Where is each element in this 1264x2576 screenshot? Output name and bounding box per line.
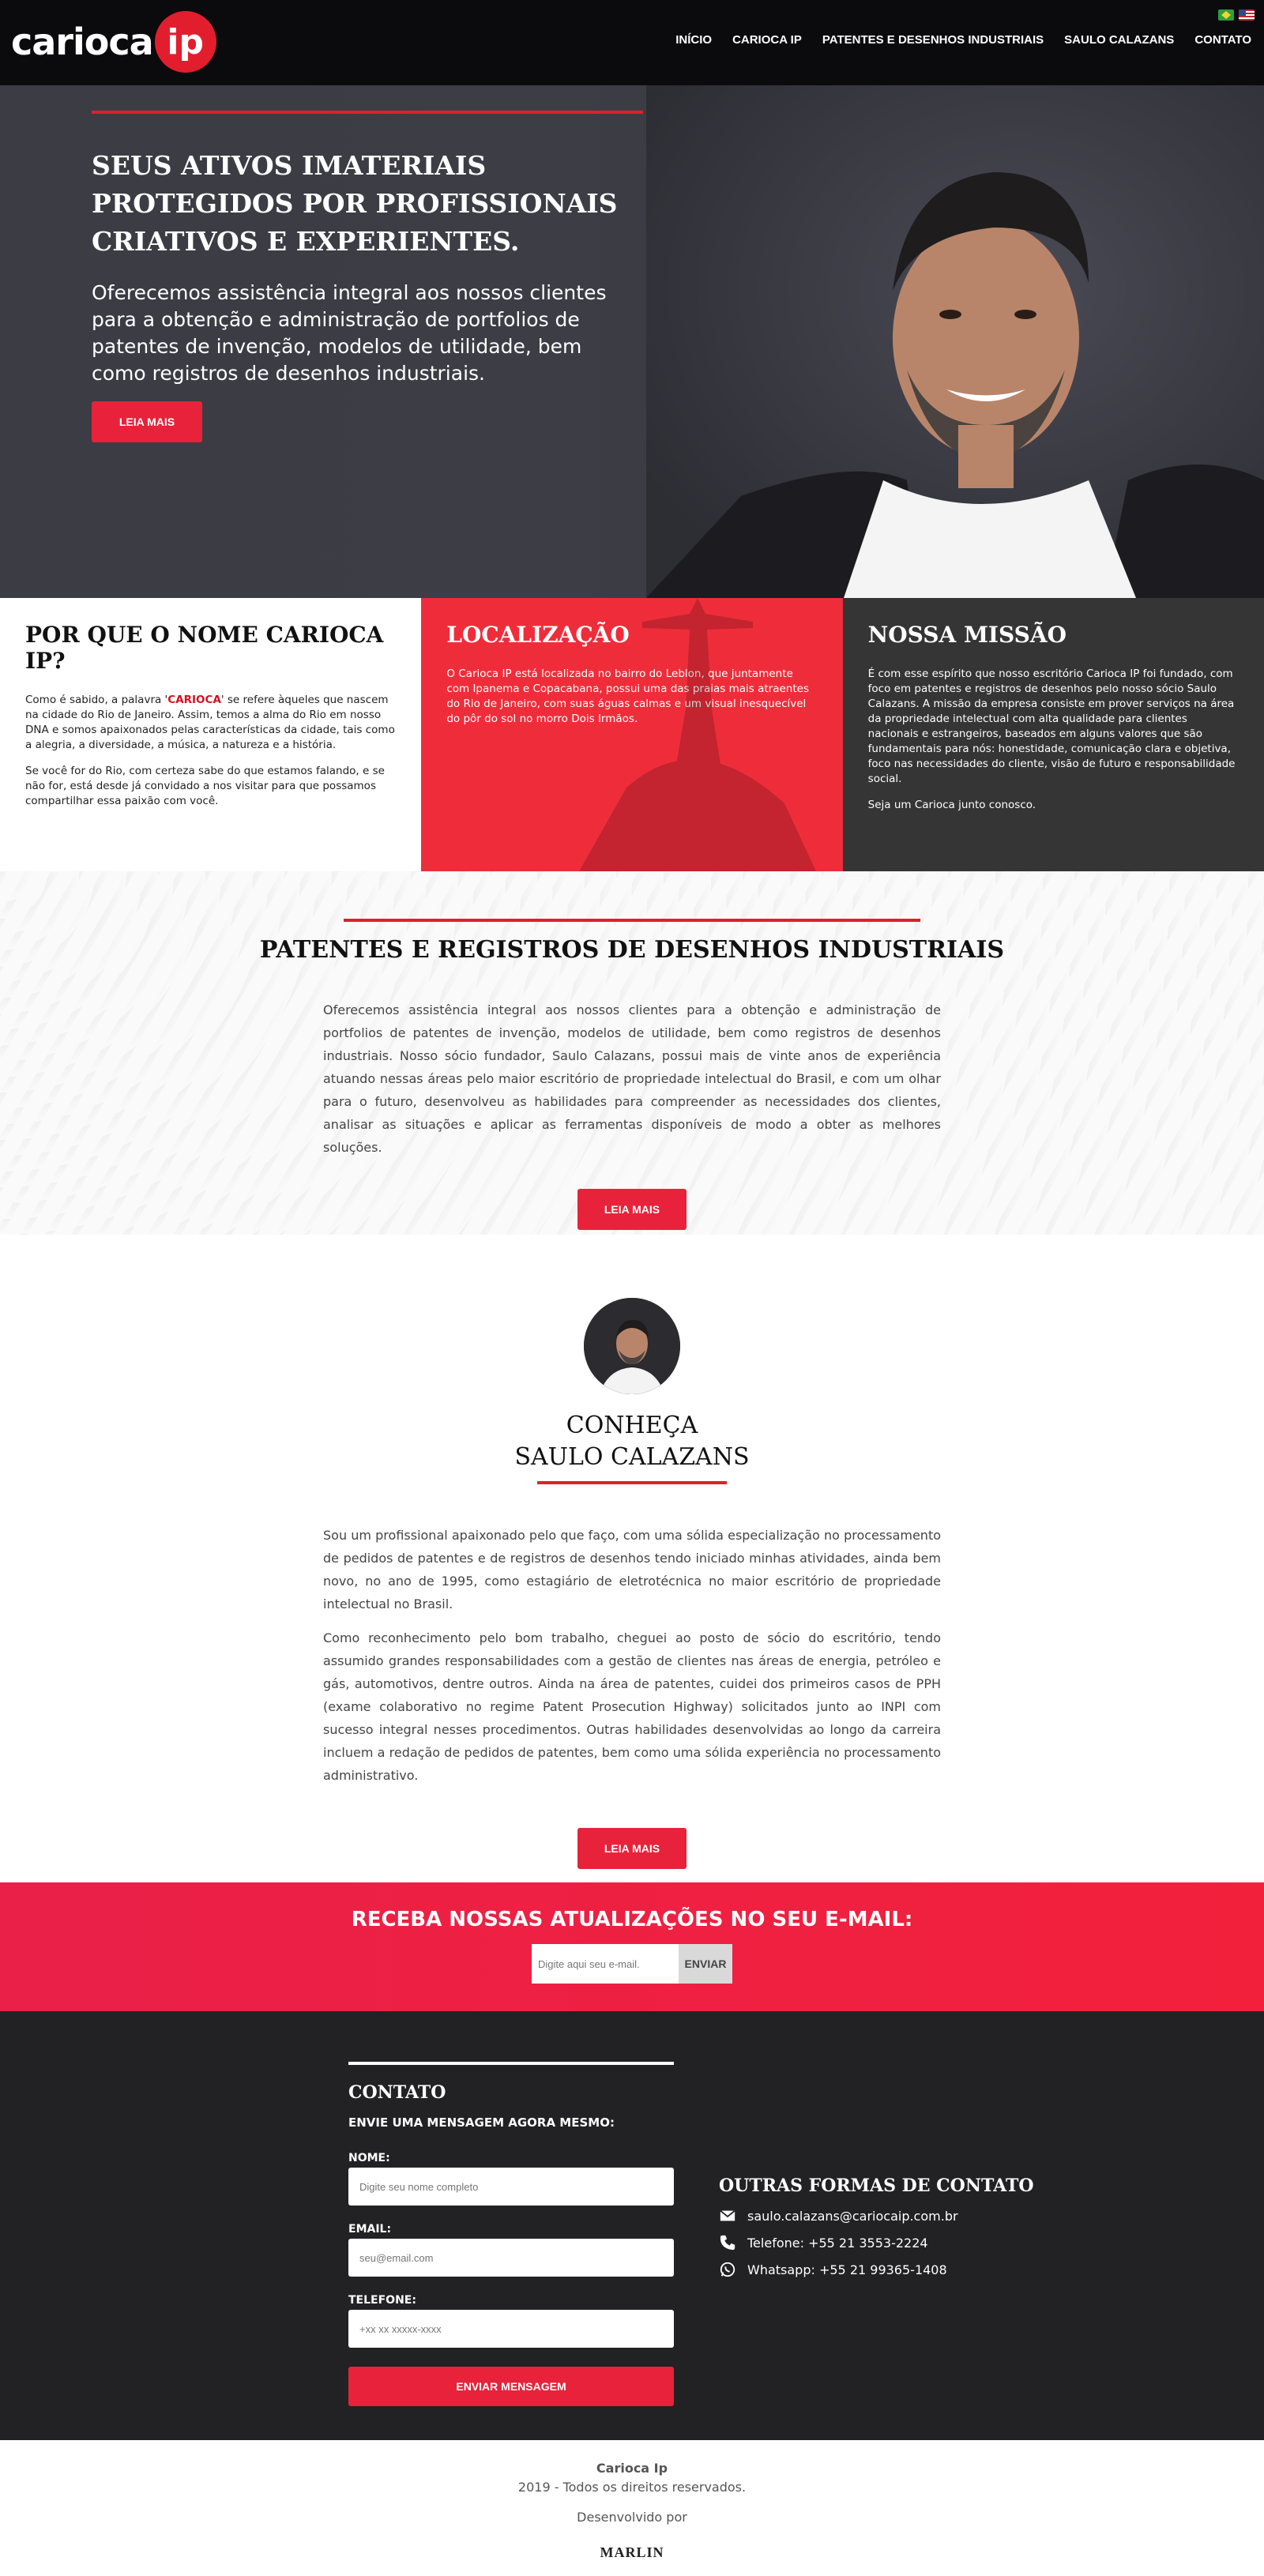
location-column: LOCALIZAÇÃO O Carioca IP está localizada… [421, 598, 843, 871]
phone-field[interactable] [348, 2310, 674, 2348]
saulo-title-line-2: SAULO CALAZANS [514, 1443, 750, 1471]
contact-email-row[interactable]: saulo.calazans@cariocaip.com.br [719, 2207, 958, 2224]
brazil-flag-icon[interactable] [1218, 9, 1234, 21]
newsletter-email-input[interactable] [532, 1944, 679, 1984]
hero-portrait-image [646, 85, 1264, 598]
newsletter-form: ENVIAR [0, 1944, 1264, 1984]
footer-dev-label: Desenvolvido por [577, 2510, 687, 2525]
hero-read-more-button[interactable]: LEIA MAIS [92, 401, 202, 442]
main-nav: INÍCIO CARIOCA IP PATENTES E DESENHOS IN… [675, 33, 1251, 47]
other-contact-title: OUTRAS FORMAS DE CONTATO [719, 2175, 1034, 2196]
logo-badge: ip [154, 11, 216, 73]
send-message-button[interactable]: ENVIAR MENSAGEM [348, 2367, 674, 2406]
logo-text: carioca [11, 21, 154, 63]
name-label: NOME: [348, 2152, 390, 2164]
contact-section: CONTATO ENVIE UMA MENSAGEM AGORA MESMO: … [0, 2011, 1264, 2440]
newsletter-title: RECEBA NOSSAS ATUALIZAÇÕES NO SEU E-MAIL… [351, 1908, 913, 1931]
newsletter-section: RECEBA NOSSAS ATUALIZAÇÕES NO SEU E-MAIL… [0, 1882, 1264, 2011]
contact-phone-row[interactable]: Telefone: +55 21 3553-2224 [719, 2234, 928, 2251]
saulo-bio-1: Sou um profissional apaixonado pelo que … [323, 1528, 941, 1611]
mission-closing: Seja um Carioca junto conosco. [867, 799, 1036, 811]
nav-inicio[interactable]: INÍCIO [675, 33, 712, 47]
contact-email: saulo.calazans@cariocaip.com.br [747, 2208, 958, 2224]
site-footer: Carioca Ip 2019 - Todos os direitos rese… [0, 2440, 1264, 2573]
saulo-read-more-button[interactable]: LEIA MAIS [577, 1828, 687, 1869]
logo[interactable]: carioca ip [11, 11, 216, 73]
mission-text: É com esse espírito que nosso escritório… [867, 668, 1236, 785]
why-text-highlight: CARIOCA [167, 694, 221, 706]
site-header: carioca ip INÍCIO CARIOCA IP PATENTES E … [0, 0, 1264, 85]
intro-columns: POR QUE O NOME CARIOCA IP? Como é sabido… [0, 598, 1264, 871]
hero-text: Oferecemos assistência integral aos noss… [92, 281, 607, 385]
whatsapp-icon [720, 2262, 735, 2277]
footer-company: Carioca Ip [596, 2461, 668, 2476]
why-text-part-a: Como é sabido, a palavra ' [25, 694, 168, 706]
patents-title: PATENTES E REGISTROS DE DESENHOS INDUSTR… [259, 936, 1005, 964]
envelope-icon [720, 2209, 735, 2221]
email-label: EMAIL: [348, 2223, 392, 2236]
saulo-section: CONHEÇA SAULO CALAZANS Sou um profissiona… [0, 1235, 1264, 1882]
mission-title: NOSSA MISSÃO [867, 622, 1066, 648]
nav-contato[interactable]: CONTATO [1194, 33, 1251, 47]
hero-title: SEUS ATIVOS IMATERIAIS PROTEGIDOS POR PR… [92, 150, 618, 257]
hero-accent-line [92, 111, 643, 114]
nav-carioca-ip[interactable]: CARIOCA IP [732, 33, 802, 47]
why-name-text-1: Como é sabido, a palavra 'CARIOCA' se re… [25, 693, 396, 753]
patents-text: Oferecemos assistência integral aos noss… [323, 1002, 941, 1155]
footer-rights: 2019 - Todos os direitos reservados. [517, 2480, 747, 2495]
saulo-title: CONHEÇA SAULO CALAZANS [0, 1410, 1264, 1473]
patents-accent-line [344, 919, 920, 922]
mission-column: NOSSA MISSÃO É com esse espírito que nos… [842, 598, 1264, 871]
nav-patentes[interactable]: PATENTES E DESENHOS INDUSTRIAIS [822, 33, 1044, 47]
why-name-column: POR QUE O NOME CARIOCA IP? Como é sabido… [0, 598, 422, 871]
patents-section: PATENTES E REGISTROS DE DESENHOS INDUSTR… [0, 871, 1264, 1235]
email-field[interactable] [348, 2239, 674, 2277]
patents-read-more-button[interactable]: LEIA MAIS [577, 1189, 687, 1230]
saulo-bio: Sou um profissional apaixonado pelo que … [323, 1524, 941, 1787]
marlin-logo[interactable]: MARLIN [0, 2543, 1264, 2562]
contact-phone: Telefone: +55 21 3553-2224 [747, 2235, 928, 2251]
why-name-title: POR QUE O NOME CARIOCA IP? [25, 622, 384, 674]
nav-saulo-calazans[interactable]: SAULO CALAZANS [1064, 33, 1174, 47]
saulo-accent-line [537, 1481, 727, 1484]
language-switcher [1218, 9, 1255, 21]
phone-icon [720, 2235, 735, 2251]
contact-title: CONTATO [348, 2082, 446, 2103]
phone-label: TELEFONE: [348, 2294, 416, 2307]
usa-flag-icon[interactable] [1239, 9, 1255, 21]
contact-subtitle: ENVIE UMA MENSAGEM AGORA MESMO: [348, 2115, 615, 2130]
name-field[interactable] [348, 2168, 674, 2206]
contact-whatsapp-row[interactable]: Whatsapp: +55 21 99365-1408 [719, 2261, 947, 2278]
newsletter-submit-button[interactable]: ENVIAR [679, 1944, 732, 1984]
saulo-avatar [584, 1298, 680, 1394]
why-name-text-2: Se você for do Rio, com certeza sabe do … [25, 765, 385, 807]
christ-redeemer-image [579, 598, 817, 871]
hero-section: SEUS ATIVOS IMATERIAIS PROTEGIDOS POR PR… [0, 85, 1264, 598]
contact-accent-line [348, 2062, 674, 2065]
saulo-title-line-1: CONHEÇA [566, 1412, 698, 1439]
contact-whatsapp: Whatsapp: +55 21 99365-1408 [747, 2262, 947, 2277]
saulo-bio-2: Como reconhecimento pelo bom trabalho, c… [323, 1630, 941, 1783]
